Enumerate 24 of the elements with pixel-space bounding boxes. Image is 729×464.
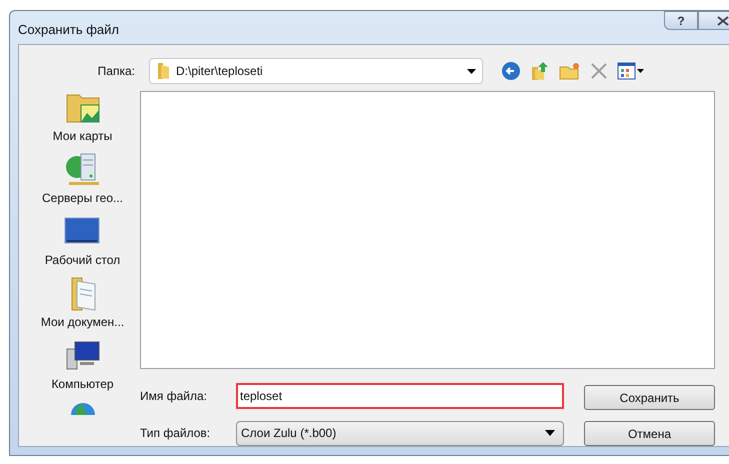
file-type-dropdown[interactable]: Слои Zulu (*.b00) [236,420,564,446]
places-item[interactable]: Мои докумен... [40,275,124,331]
back-icon[interactable] [501,61,521,81]
cancel-button[interactable]: Отмена [584,421,715,446]
folder-dropdown[interactable]: D:\piter\teploseti [149,58,483,84]
places-item[interactable]: Серверы гео... [42,151,124,207]
folder-icon [156,62,170,80]
window-title: Сохранить файл [18,20,119,39]
file-type-label: Тип файлов: [140,425,212,442]
new-folder-icon[interactable] [559,61,581,81]
places-item[interactable]: Рабочий стол [44,213,120,269]
caret-icon [545,430,555,436]
up-folder-icon[interactable] [530,61,550,81]
file-name-field[interactable]: teploset [236,383,564,409]
delete-icon[interactable] [590,62,608,80]
view-menu-icon[interactable] [617,62,645,80]
caret-icon [467,68,476,74]
file-name-label: Имя файла: [140,388,208,405]
help-button[interactable]: ? [664,11,698,30]
close-icon [717,16,729,26]
save-button[interactable]: Сохранить [584,385,715,410]
places-item[interactable]: Мои карты [52,89,112,145]
folder-label: Папка: [98,63,135,80]
places-item[interactable]: Компьютер [51,337,114,393]
